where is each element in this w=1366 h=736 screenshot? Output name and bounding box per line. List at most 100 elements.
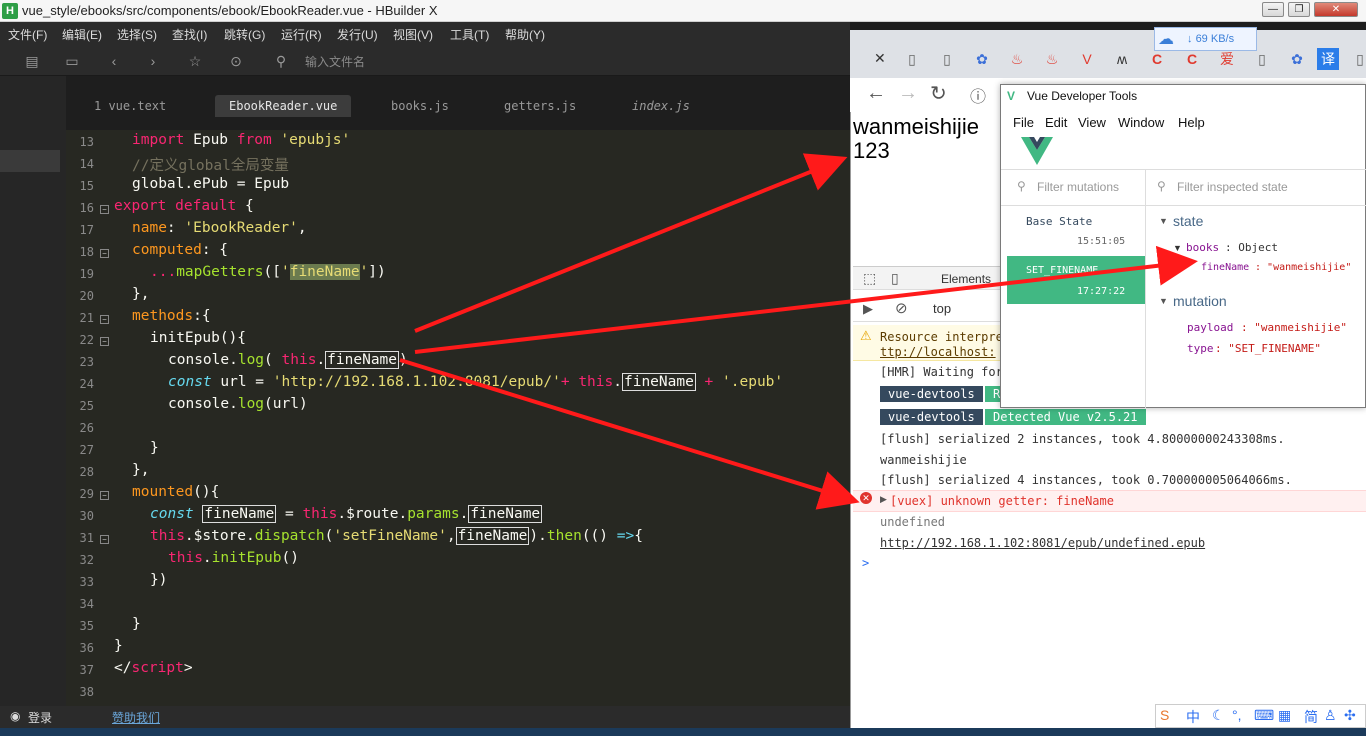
- menu-edit[interactable]: 编辑(E): [62, 26, 102, 43]
- vdt-menu-view[interactable]: View: [1078, 115, 1106, 130]
- maximize-button[interactable]: ❐: [1288, 2, 1310, 17]
- page-tab-icon[interactable]: ▯: [932, 44, 962, 74]
- flame-tab-icon[interactable]: ♨: [1002, 44, 1032, 74]
- base-state-item[interactable]: Base State: [1026, 215, 1092, 228]
- keyboard-icon[interactable]: ⌨: [1254, 707, 1274, 724]
- tab-elements[interactable]: Elements: [941, 272, 991, 286]
- menu-view[interactable]: 视图(V): [393, 26, 433, 43]
- ime-simplified[interactable]: 简: [1304, 707, 1318, 727]
- page-tab-icon[interactable]: ▯: [897, 44, 927, 74]
- console-flush-2: [flush] serialized 4 instances, took 0.7…: [880, 473, 1292, 487]
- back-icon[interactable]: ←: [866, 82, 886, 105]
- type-key: type: [1187, 342, 1214, 355]
- login-button[interactable]: 登录: [28, 709, 52, 726]
- save-icon[interactable]: ▭: [62, 51, 82, 71]
- menu-select[interactable]: 选择(S): [117, 26, 157, 43]
- filter-mutations-input[interactable]: Filter mutations: [1037, 180, 1119, 194]
- fold-marker[interactable]: −: [100, 249, 109, 258]
- sogou-icon[interactable]: S: [1160, 707, 1169, 723]
- tab-vue-text[interactable]: 1 vue.text: [94, 95, 166, 117]
- grid-icon[interactable]: ▦: [1278, 707, 1291, 724]
- forward-icon[interactable]: →: [898, 82, 918, 105]
- fold-marker[interactable]: −: [100, 205, 109, 214]
- token: '.epub': [722, 374, 784, 390]
- star-icon[interactable]: ☆: [185, 51, 205, 71]
- vdt-menu-window[interactable]: Window: [1118, 115, 1164, 130]
- os-taskbar: [0, 728, 1366, 736]
- vdt-menu-help[interactable]: Help: [1178, 115, 1205, 130]
- menu-help[interactable]: 帮助(Y): [505, 26, 545, 43]
- punct-icon[interactable]: °,: [1232, 707, 1242, 723]
- filter-state-input[interactable]: Filter inspected state: [1177, 180, 1288, 194]
- menu-file[interactable]: 文件(F): [8, 26, 47, 43]
- fold-marker[interactable]: −: [100, 535, 109, 544]
- reload-icon[interactable]: ↻: [930, 81, 947, 106]
- flame-tab-icon[interactable]: ♨: [1037, 44, 1067, 74]
- baidu-tab-icon[interactable]: ✿: [1282, 44, 1312, 74]
- menu-find[interactable]: 查找(I): [172, 26, 207, 43]
- moon-icon[interactable]: ☾: [1212, 707, 1225, 724]
- new-file-icon[interactable]: ▤: [22, 51, 42, 71]
- menu-run[interactable]: 运行(R): [281, 26, 322, 43]
- fold-marker[interactable]: −: [100, 315, 109, 324]
- shirt-icon[interactable]: ♙: [1324, 707, 1337, 724]
- page-tab-icon[interactable]: ▯: [1345, 44, 1366, 74]
- vdt-menu-edit[interactable]: Edit: [1045, 115, 1067, 130]
- code-line-20: },: [132, 286, 150, 302]
- code-line-15: global.ePub = Epub: [132, 176, 289, 192]
- expand-arrow-icon[interactable]: ▶: [880, 494, 887, 505]
- menu-publish[interactable]: 发行(U): [337, 26, 378, 43]
- menu-goto[interactable]: 跳转(G): [224, 26, 265, 43]
- vdt-menu-file[interactable]: File: [1013, 115, 1034, 130]
- settings-icon[interactable]: ✣: [1344, 707, 1356, 724]
- collapse-icon[interactable]: ▼: [1173, 243, 1182, 253]
- token: console: [168, 396, 230, 412]
- fold-marker[interactable]: −: [100, 337, 109, 346]
- minimize-button[interactable]: —: [1262, 2, 1284, 17]
- clear-console-icon[interactable]: ⊘: [895, 299, 908, 317]
- back-icon[interactable]: ‹: [104, 51, 124, 71]
- console-warning-2[interactable]: ttp://localhost:: [880, 345, 996, 359]
- sidebar-toggle-icon[interactable]: ▶: [863, 301, 873, 317]
- info-icon[interactable]: ⓘ: [970, 83, 986, 107]
- token: (: [264, 352, 282, 368]
- inspect-icon[interactable]: ⬚: [863, 270, 876, 287]
- console-link[interactable]: http://192.168.1.102:8081/epub/undefined…: [880, 536, 1205, 550]
- token: ): [399, 352, 408, 368]
- vivaldi-tab-icon[interactable]: V: [1072, 44, 1102, 74]
- run-icon[interactable]: ⊙: [226, 51, 246, 71]
- device-icon[interactable]: ▯: [891, 270, 899, 287]
- token: =>: [616, 528, 635, 544]
- file-search-input[interactable]: 输入文件名: [305, 53, 365, 70]
- token: .: [613, 374, 622, 390]
- line-number: 32: [79, 553, 94, 567]
- close-button[interactable]: ✕: [1314, 2, 1358, 17]
- token: >: [183, 660, 193, 676]
- fold-marker[interactable]: −: [100, 491, 109, 500]
- collapse-icon[interactable]: ▼: [1159, 216, 1168, 226]
- menu-tools[interactable]: 工具(T): [450, 26, 489, 43]
- collapse-icon[interactable]: ▼: [1159, 296, 1168, 306]
- tab-icon[interactable]: ʍ: [1107, 44, 1137, 74]
- line-number: 26: [79, 421, 94, 435]
- tab-index-js[interactable]: index.js: [632, 95, 690, 117]
- forward-icon[interactable]: ›: [143, 51, 163, 71]
- tab-books-js[interactable]: books.js: [391, 95, 449, 117]
- search-icon[interactable]: ⚲: [271, 51, 291, 71]
- close-tab-icon[interactable]: ✕: [874, 50, 886, 67]
- sponsor-link[interactable]: 赞助我们: [112, 709, 160, 726]
- toolbar: ▤ ▭ ‹ › ☆ ⊙ ⚲: [0, 46, 850, 76]
- code-editor[interactable]: 13 14 15 16 17 18 19 20 21 22 23 24 25 26 27 28 29 30 31 32…: [66, 130, 850, 706]
- baidu-tab-icon[interactable]: ✿: [967, 44, 997, 74]
- ime-mode[interactable]: 中: [1186, 707, 1200, 727]
- context-select[interactable]: top: [933, 301, 951, 316]
- tab-getters-js[interactable]: getters.js: [504, 95, 576, 117]
- console-prompt[interactable]: >: [862, 556, 869, 570]
- token: log: [237, 396, 265, 412]
- tab-ebookreader[interactable]: EbookReader.vue: [215, 95, 352, 117]
- vue-big-logo-icon: [1021, 137, 1053, 165]
- translate-tab-icon[interactable]: 译: [1317, 48, 1339, 70]
- page-text-1: wanmeishijie: [853, 114, 979, 139]
- token: const: [150, 506, 194, 522]
- code-line-18: computed: {: [132, 242, 228, 258]
